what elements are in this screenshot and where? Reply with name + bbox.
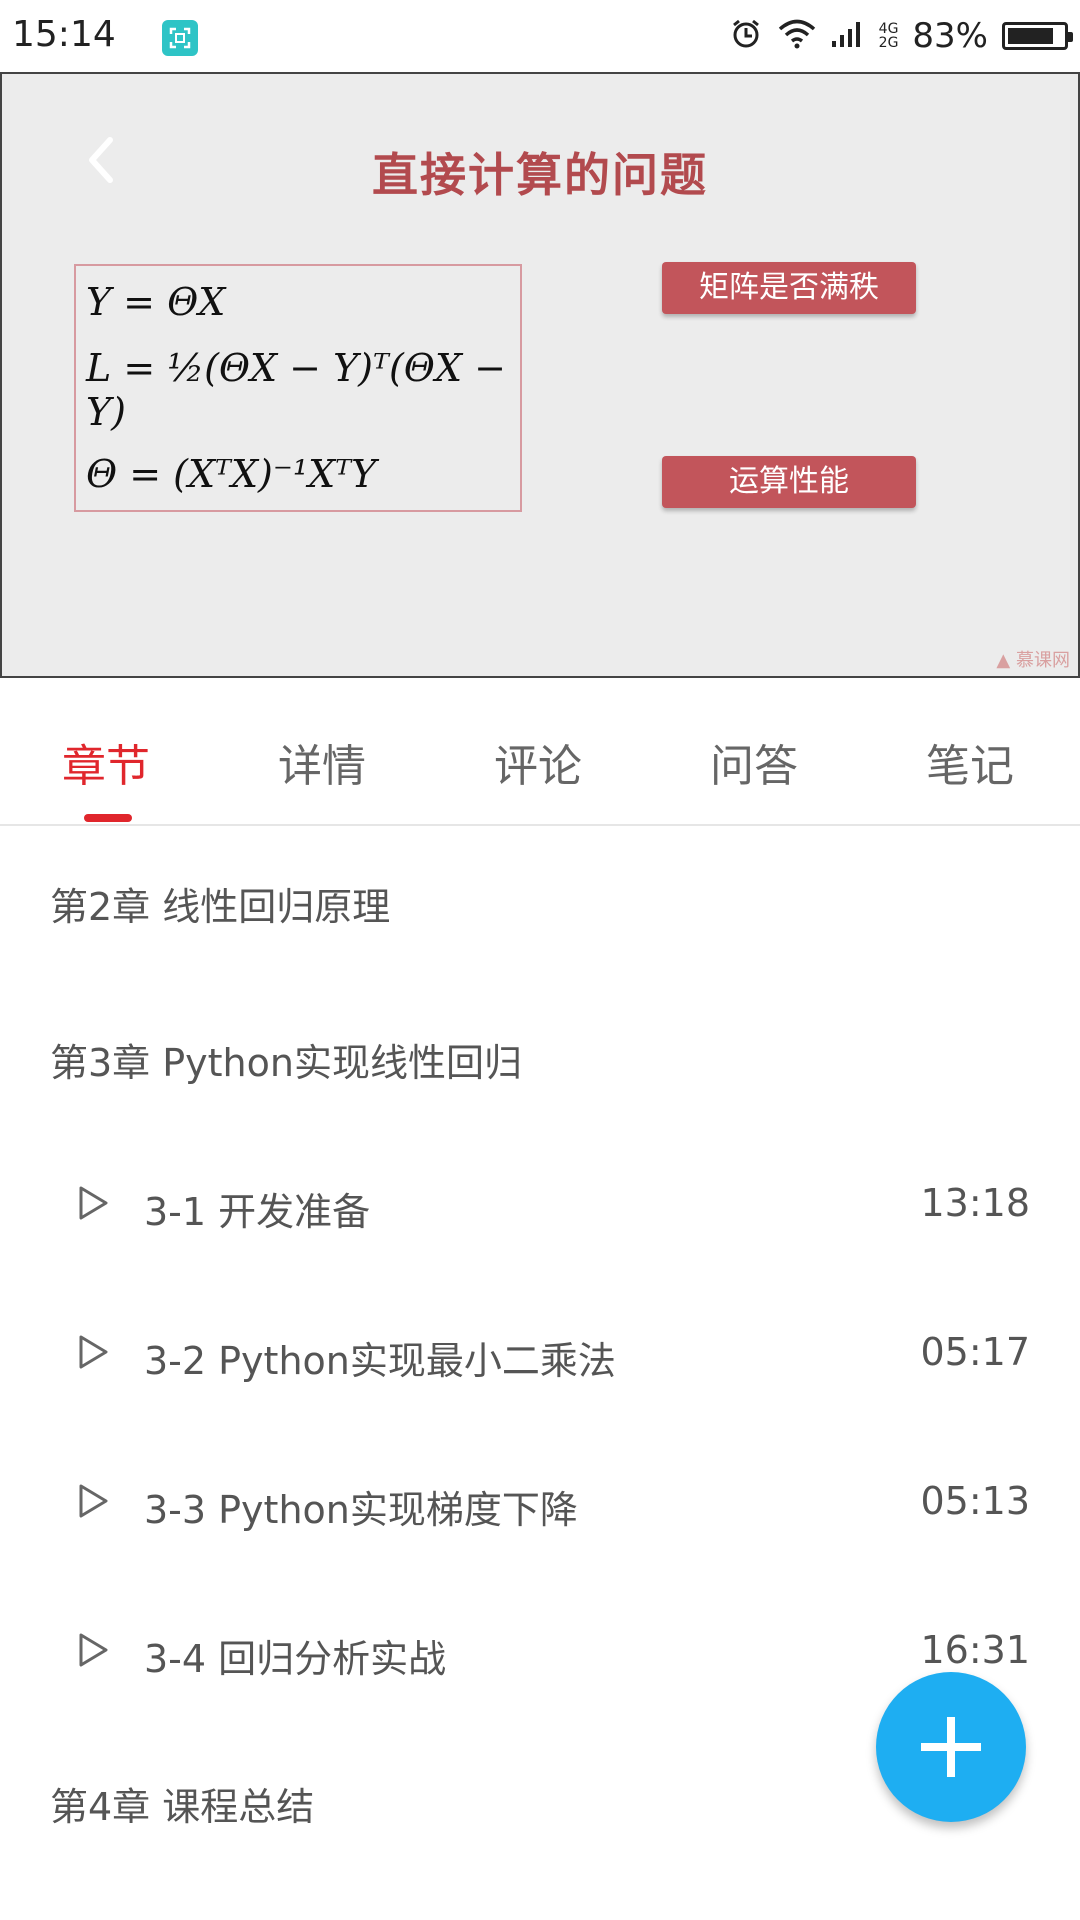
formula-1: Y = ΘX (86, 280, 226, 324)
screen-capture-icon (162, 20, 198, 56)
formula-3: Θ = (XᵀX)⁻¹XᵀY (86, 452, 377, 496)
play-icon (78, 1185, 110, 1221)
lesson-title: 3-3 Python实现梯度下降 (144, 1488, 578, 1532)
lesson-title: 3-1 开发准备 (144, 1190, 371, 1234)
slide-title: 直接计算的问题 (372, 148, 708, 202)
lesson-item[interactable]: 3-1 开发准备 13:18 (0, 1155, 1080, 1255)
plus-icon (921, 1717, 981, 1777)
chapter-header[interactable]: 第3章 Python实现线性回归 (50, 1032, 522, 1087)
alarm-icon (729, 17, 763, 55)
play-icon (78, 1334, 110, 1370)
tab-details[interactable]: 详情 (278, 730, 366, 794)
tab-comments[interactable]: 评论 (494, 730, 582, 794)
battery-percent: 83% (912, 16, 988, 56)
status-time: 15:14 (12, 14, 116, 55)
chapter-header[interactable]: 第4章 课程总结 (50, 1776, 314, 1831)
network-bottom-label: 2G (878, 35, 899, 51)
signal-icon (831, 19, 865, 53)
tab-qa[interactable]: 问答 (710, 730, 798, 794)
active-tab-indicator (84, 814, 132, 822)
chapter-header[interactable]: 第2章 线性回归原理 (50, 876, 390, 931)
wifi-icon (777, 18, 817, 54)
play-icon (78, 1483, 110, 1519)
watermark-text: 慕课网 (1016, 650, 1070, 671)
lesson-duration: 13:18 (920, 1181, 1030, 1225)
lesson-duration: 05:17 (920, 1330, 1030, 1374)
slide-label-performance: 运算性能 (662, 456, 916, 508)
tab-chapters[interactable]: 章节 (62, 730, 150, 794)
battery-fill (1008, 28, 1053, 44)
video-player[interactable]: 直接计算的问题 Y = ΘX L = ½(ΘX − Y)ᵀ(ΘX − Y) Θ … (0, 72, 1080, 678)
formula-box: Y = ΘX L = ½(ΘX − Y)ᵀ(ΘX − Y) Θ = (XᵀX)⁻… (74, 264, 522, 512)
slide-label-rank: 矩阵是否满秩 (662, 262, 916, 314)
lesson-duration: 16:31 (920, 1628, 1030, 1672)
lesson-duration: 05:13 (920, 1479, 1030, 1523)
status-bar: 15:14 4G 2G 83% (0, 0, 1080, 72)
flame-icon: ▲ (996, 650, 1011, 671)
lesson-title: 3-2 Python实现最小二乘法 (144, 1339, 616, 1383)
battery-icon (1002, 22, 1073, 50)
network-type: 4G 2G (879, 22, 899, 50)
add-note-button[interactable] (876, 1672, 1026, 1822)
lesson-item[interactable]: 3-3 Python实现梯度下降 05:13 (0, 1453, 1080, 1553)
lesson-item[interactable]: 3-2 Python实现最小二乘法 05:17 (0, 1304, 1080, 1404)
tab-notes[interactable]: 笔记 (926, 730, 1014, 794)
play-icon (78, 1632, 110, 1668)
watermark-logo: ▲ 慕课网 (996, 646, 1070, 672)
battery-cap (1068, 32, 1073, 42)
lesson-title: 3-4 回归分析实战 (144, 1637, 447, 1681)
tab-bar: 章节 详情 评论 问答 笔记 (0, 678, 1080, 826)
formula-2: L = ½(ΘX − Y)ᵀ(ΘX − Y) (86, 346, 506, 434)
